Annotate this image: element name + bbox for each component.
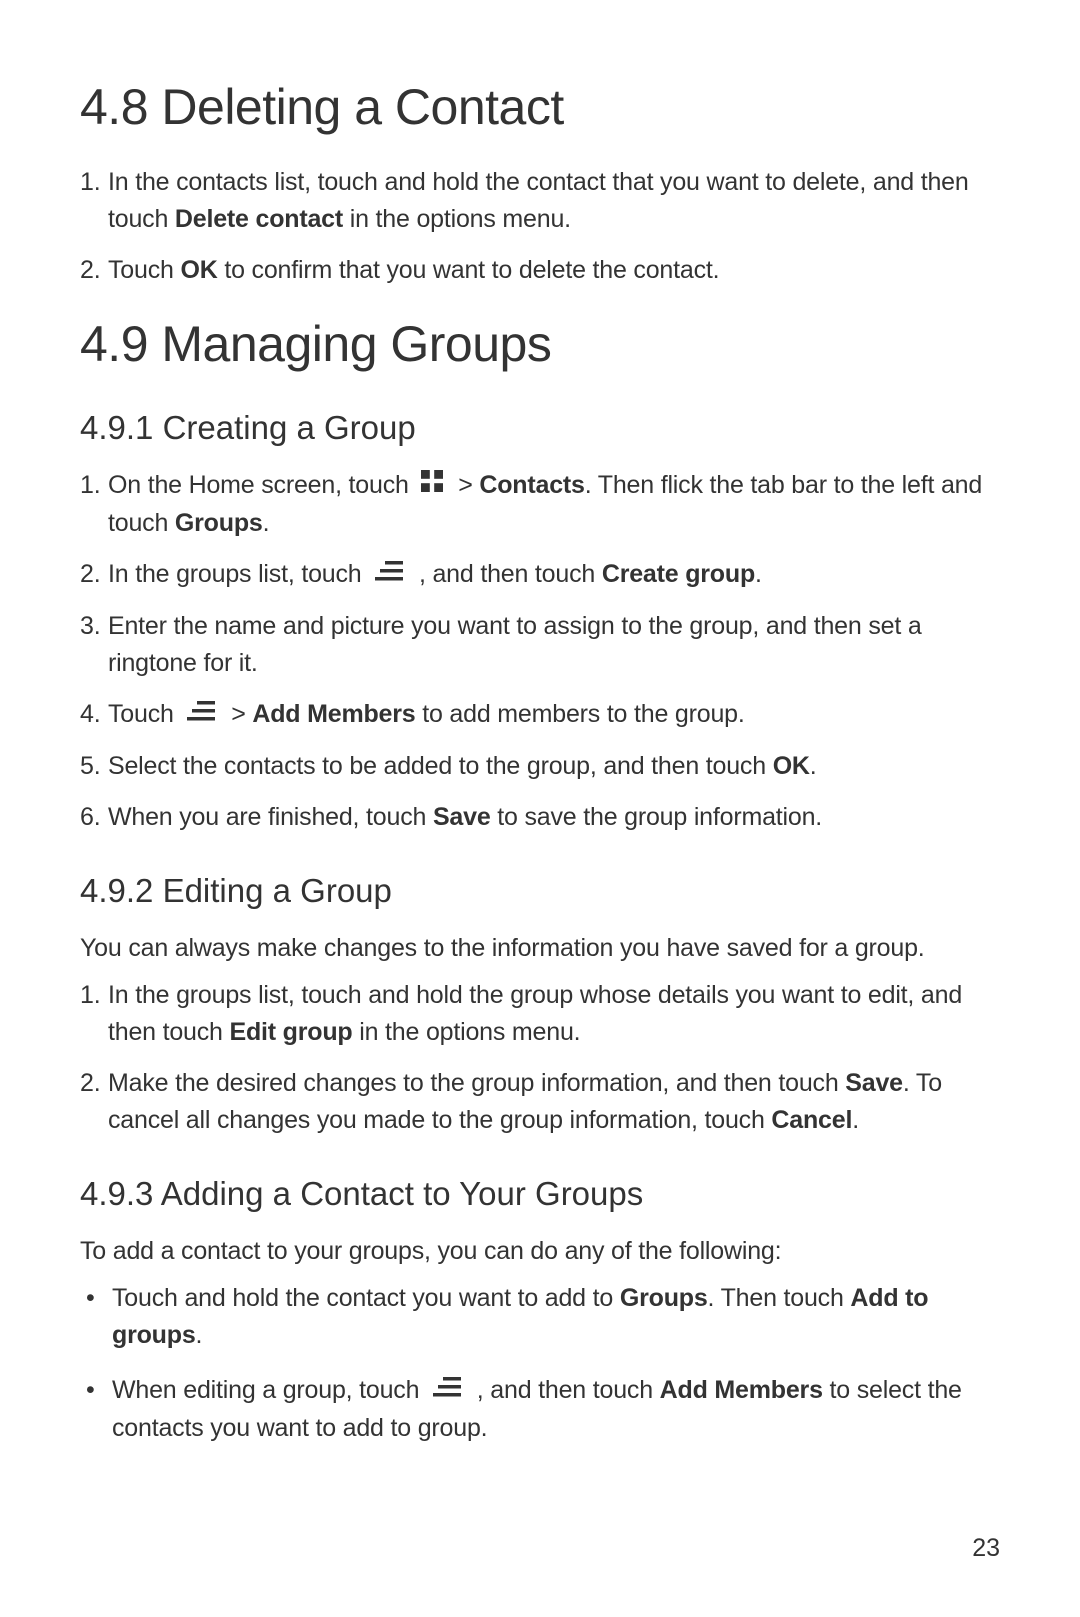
section-heading-4-9: 4.9 Managing Groups: [80, 315, 1000, 373]
apps-icon: [421, 466, 443, 503]
list-item-body: Make the desired changes to the group in…: [108, 1065, 1000, 1139]
list-4-9-1: 1.On the Home screen, touch > Contacts. …: [80, 467, 1000, 836]
intro-4-9-3: To add a contact to your groups, you can…: [80, 1233, 1000, 1270]
text-run: to add members to the group.: [415, 700, 744, 728]
list-item-body: In the groups list, touch , and then tou…: [108, 556, 1000, 594]
text-run: .: [810, 752, 817, 780]
text-run: When you are finished, touch: [108, 803, 433, 831]
list-item-body: In the contacts list, touch and hold the…: [108, 164, 1000, 238]
list-number: 6.: [80, 799, 100, 836]
text-run: Touch: [108, 256, 180, 284]
text-run: On the Home screen, touch: [108, 471, 415, 499]
list-item: 2.In the groups list, touch , and then t…: [80, 556, 1000, 594]
list-number: 5.: [80, 748, 100, 785]
text-run: in the options menu.: [343, 205, 571, 233]
list-item: 1.In the contacts list, touch and hold t…: [80, 164, 1000, 238]
text-run: .: [755, 560, 762, 588]
bold-term: Edit group: [230, 1018, 353, 1046]
text-run: >: [224, 700, 252, 728]
subsection-heading-4-9-2: 4.9.2 Editing a Group: [80, 872, 1000, 910]
subsection-heading-4-9-3: 4.9.3 Adding a Contact to Your Groups: [80, 1175, 1000, 1213]
list-number: 1.: [80, 164, 100, 201]
bold-term: Contacts: [479, 471, 584, 499]
text-run: to save the group information.: [491, 803, 823, 831]
text-run: .: [852, 1106, 859, 1134]
list-item-body: Touch > Add Members to add members to th…: [108, 696, 1000, 734]
list-item: 1.On the Home screen, touch > Contacts. …: [80, 467, 1000, 542]
bold-term: Groups: [175, 509, 263, 537]
list-number: 1.: [80, 467, 100, 504]
list-number: 2.: [80, 1065, 100, 1102]
bold-term: Cancel: [771, 1106, 852, 1134]
text-run: to confirm that you want to delete the c…: [218, 256, 720, 284]
menu-icon: [186, 695, 216, 732]
page-number: 23: [972, 1534, 1000, 1563]
bold-term: Add Members: [252, 700, 415, 728]
list-number: 2.: [80, 556, 100, 593]
list-number: 2.: [80, 252, 100, 289]
text-run: in the options menu.: [353, 1018, 581, 1046]
text-run: , and then touch: [412, 560, 602, 588]
text-run: Select the contacts to be added to the g…: [108, 752, 773, 780]
list-item: 3.Enter the name and picture you want to…: [80, 608, 1000, 682]
text-run: . Then touch: [708, 1284, 851, 1312]
list-item-body: Touch and hold the contact you want to a…: [112, 1280, 1000, 1354]
intro-4-9-2: You can always make changes to the infor…: [80, 930, 1000, 967]
menu-icon: [374, 555, 404, 592]
text-run: .: [263, 509, 270, 537]
list-item: 1.In the groups list, touch and hold the…: [80, 977, 1000, 1051]
list-item: 6.When you are finished, touch Save to s…: [80, 799, 1000, 836]
text-run: In the groups list, touch: [108, 560, 368, 588]
list-item-body: Select the contacts to be added to the g…: [108, 748, 1000, 785]
text-run: Make the desired changes to the group in…: [108, 1069, 845, 1097]
subsection-heading-4-9-1: 4.9.1 Creating a Group: [80, 409, 1000, 447]
bold-term: OK: [180, 256, 217, 284]
bold-term: Save: [845, 1069, 903, 1097]
list-item-body: Enter the name and picture you want to a…: [108, 608, 1000, 682]
list-4-9-2: 1.In the groups list, touch and hold the…: [80, 977, 1000, 1139]
list-item-body: On the Home screen, touch > Contacts. Th…: [108, 467, 1000, 542]
list-number: 3.: [80, 608, 100, 645]
section-heading-4-8: 4.8 Deleting a Contact: [80, 78, 1000, 136]
list-number: 1.: [80, 977, 100, 1014]
menu-icon: [432, 1371, 462, 1408]
list-item: 5. Select the contacts to be added to the…: [80, 748, 1000, 785]
text-run: .: [196, 1321, 203, 1349]
list-item-body: In the groups list, touch and hold the g…: [108, 977, 1000, 1051]
text-run: , and then touch: [470, 1376, 660, 1404]
list-item: Touch and hold the contact you want to a…: [80, 1280, 1000, 1354]
text-run: When editing a group, touch: [112, 1376, 426, 1404]
list-item: 2.Touch OK to confirm that you want to d…: [80, 252, 1000, 289]
bold-term: Groups: [620, 1284, 708, 1312]
bold-term: Create group: [602, 560, 755, 588]
list-4-8: 1.In the contacts list, touch and hold t…: [80, 164, 1000, 289]
text-run: >: [451, 471, 479, 499]
bullets-4-9-3: Touch and hold the contact you want to a…: [80, 1280, 1000, 1447]
text-run: Enter the name and picture you want to a…: [108, 612, 922, 677]
list-item-body: When editing a group, touch , and then t…: [112, 1372, 1000, 1447]
bold-term: Save: [433, 803, 491, 831]
list-number: 4.: [80, 696, 100, 733]
list-item: 2. Make the desired changes to the group …: [80, 1065, 1000, 1139]
list-item: 4.Touch > Add Members to add members to …: [80, 696, 1000, 734]
bold-term: OK: [773, 752, 810, 780]
list-item-body: Touch OK to confirm that you want to del…: [108, 252, 1000, 289]
text-run: Touch: [108, 700, 180, 728]
bold-term: Add Members: [660, 1376, 823, 1404]
bold-term: Delete contact: [175, 205, 343, 233]
list-item-body: When you are finished, touch Save to sav…: [108, 799, 1000, 836]
text-run: Touch and hold the contact you want to a…: [112, 1284, 620, 1312]
list-item: When editing a group, touch , and then t…: [80, 1372, 1000, 1447]
